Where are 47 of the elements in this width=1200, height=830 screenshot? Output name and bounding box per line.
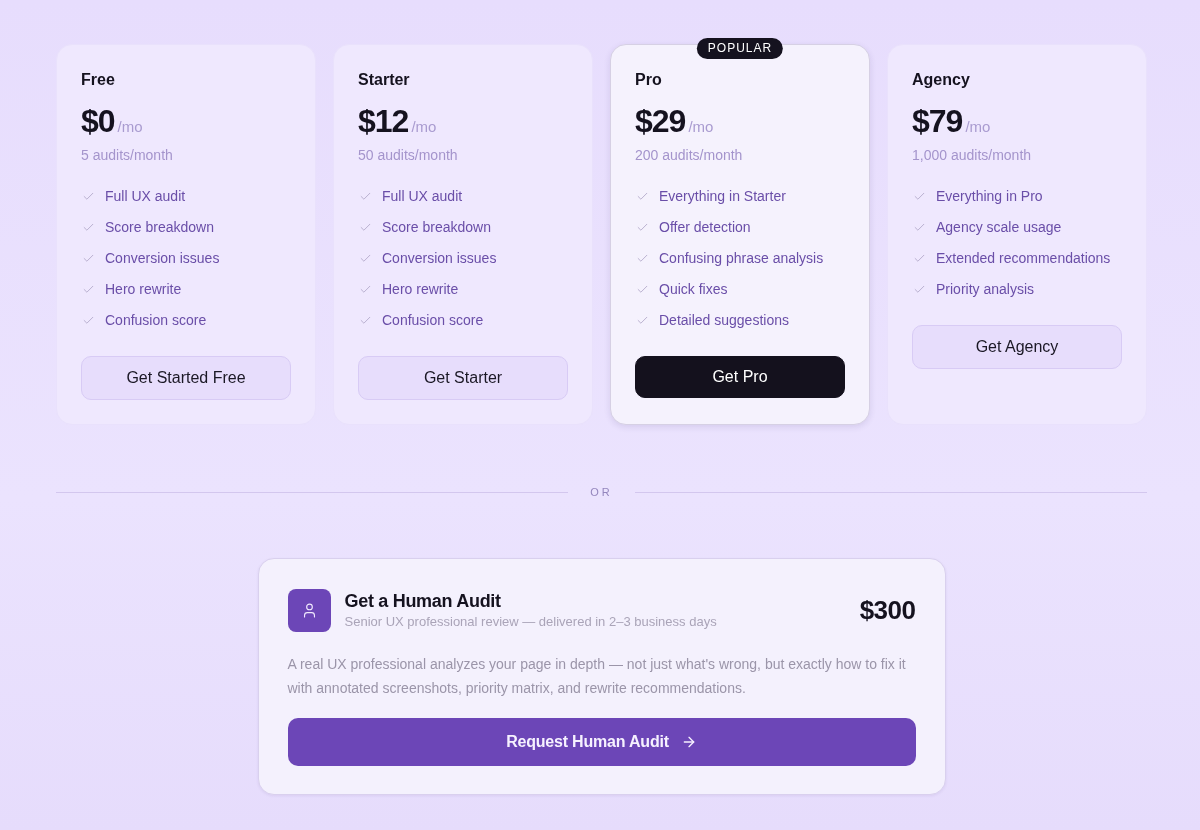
feature-text: Offer detection xyxy=(659,218,751,237)
plan-quota: 200 audits/month xyxy=(635,146,744,165)
feature-text: Full UX audit xyxy=(382,187,463,206)
feature-text: Confusion score xyxy=(382,311,484,330)
feature-text: Detailed suggestions xyxy=(659,311,789,330)
price-period: /mo xyxy=(117,118,143,135)
feature-text: Score breakdown xyxy=(382,218,491,237)
feature-text: Score breakdown xyxy=(105,218,214,237)
plan-name: Starter xyxy=(358,70,411,90)
plan-button[interactable]: Get Started Free xyxy=(81,356,291,400)
feature-text: Extended recommendations xyxy=(936,249,1111,268)
audit-price: $300 xyxy=(859,595,916,626)
feature-text: Quick fixes xyxy=(659,280,728,299)
feature-text: Agency scale usage xyxy=(936,218,1062,237)
price-period: /mo xyxy=(411,118,437,135)
price-period: /mo xyxy=(688,118,714,135)
plan-name: Pro xyxy=(635,70,663,90)
audit-subtitle: Senior UX professional review — delivered in 2–3 business days xyxy=(344,613,718,631)
plan-quota: 1,000 audits/month xyxy=(912,146,1033,165)
audit-title: Get a Human Audit xyxy=(344,590,502,612)
divider-label: OR xyxy=(590,486,613,498)
plan-name: Free xyxy=(81,70,116,90)
user-icon xyxy=(287,589,331,632)
plan-button[interactable]: Get Pro xyxy=(635,356,845,398)
plan-name: Agency xyxy=(912,70,971,90)
feature-text: Priority analysis xyxy=(936,280,1035,299)
feature-text: Confusion score xyxy=(105,311,207,330)
feature-text: Hero rewrite xyxy=(382,280,459,299)
plan-price: $79 xyxy=(912,102,963,140)
feature-text: Hero rewrite xyxy=(105,280,182,299)
price-period: /mo xyxy=(965,118,991,135)
feature-text: Full UX audit xyxy=(105,187,186,206)
plan-button[interactable]: Get Agency xyxy=(912,325,1122,369)
plan-button[interactable]: Get Starter xyxy=(358,356,568,400)
plan-price: $12 xyxy=(358,102,409,140)
plan-price: $0 xyxy=(81,102,115,140)
request-audit-button[interactable]: Request Human Audit xyxy=(287,718,916,766)
feature-text: Everything in Starter xyxy=(659,187,786,206)
plan-quota: 5 audits/month xyxy=(81,146,174,165)
feature-text: Confusing phrase analysis xyxy=(659,249,824,268)
audit-description: A real UX professional analyzes your page in depth — not just what's wrong, but exactly how to fix it with annotated screenshots, priority matrix, and rewrite recommendations. xyxy=(287,655,907,698)
popular-badge: POPULAR xyxy=(696,38,784,59)
feature-text: Conversion issues xyxy=(382,249,497,268)
plan-quota: 50 audits/month xyxy=(358,146,459,165)
plan-price: $29 xyxy=(635,102,686,140)
feature-text: Everything in Pro xyxy=(936,187,1043,206)
feature-text: Conversion issues xyxy=(105,249,220,268)
